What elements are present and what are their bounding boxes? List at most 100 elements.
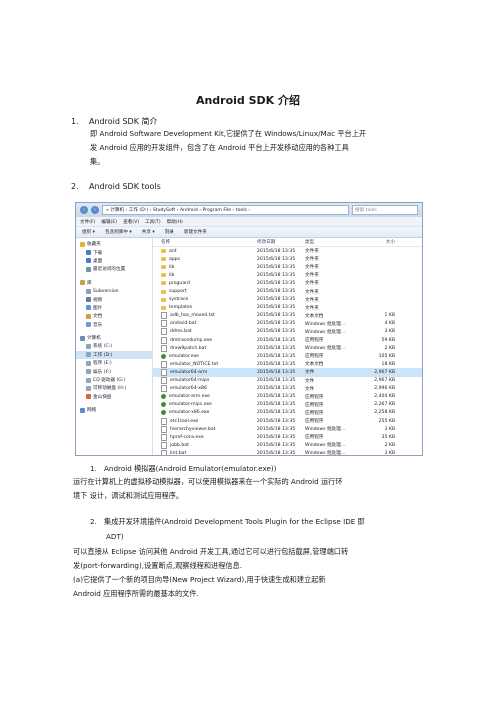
file-row[interactable]: hprof-conv.exe 2015/6/18 13:35 应用程序 35 KB [153,433,422,441]
file-row[interactable]: emulator-mips.exe 2015/6/18 13:35 应用程序 2,26… [153,401,422,409]
toolbar-button[interactable]: 共享 ▾ [142,229,155,235]
file-type: 文件夹 [305,257,319,263]
nav-item[interactable]: 下载 [76,248,152,256]
nav-item[interactable]: 可移动磁盘 (H:) [76,384,152,392]
nav-item[interactable]: 系统 (C:) [76,342,152,350]
nav-item-icon [86,297,91,303]
file-type: Windows 批处理... [305,427,346,433]
file-row[interactable]: dmtracedump.exe 2015/6/18 13:35 应用程序 59 KB [153,336,422,344]
toolbar-button[interactable]: 包含到库中 ▾ [105,229,132,235]
search-input[interactable]: 搜索 tools [352,205,418,215]
nav-item[interactable]: 音乐 [76,321,152,329]
file-icon [161,320,167,328]
file-row[interactable]: support 2015/6/18 13:35 文件夹 [153,287,422,295]
file-size: 2 KB [384,442,395,448]
file-row[interactable]: templates 2015/6/18 13:35 文件夹 [153,304,422,312]
file-date: 2015/6/18 13:35 [257,337,296,343]
menu-item[interactable]: 查看(V) [123,219,139,225]
file-name-cell: emulator-arm.exe [153,394,257,400]
file-row[interactable]: hierarchyviewer.bat 2015/6/18 13:35 Window… [153,425,422,433]
file-row[interactable]: etc1tool.exe 2015/6/18 13:35 应用程序 255 KB [153,417,422,425]
file-name: emulator64-x86 [170,386,207,392]
file-row[interactable]: lib 2015/6/18 13:35 文件夹 [153,263,422,271]
file-row[interactable]: apps 2015/6/18 13:35 文件夹 [153,255,422,263]
file-row[interactable]: emulator_NOTICE.txt 2015/6/18 13:35 文本文档 18… [153,360,422,368]
address-bar: ‹ › « 计算机 › 工作 (D:) › StudySoft › Androi… [76,203,422,217]
header-size[interactable]: 大小 [355,239,395,245]
nav-item-icon [86,352,91,358]
nav-item[interactable]: CD 驱动器 (G:) [76,376,152,384]
file-row[interactable]: emulator64-arm 2015/6/18 13:35 文件 2,967 KB [153,368,422,377]
section-1-line: 发 Android 应用的开发组件，包含了在 Android 平台上开发移动应用… [90,143,349,152]
file-row[interactable]: emulator64-x86 2015/6/18 13:35 文件 2,996 KB [153,385,422,393]
file-date: 2015/6/18 13:35 [257,361,296,367]
file-name: emulator64-mips [170,378,210,384]
file-row[interactable]: lib 2015/6/18 13:35 文件夹 [153,271,422,279]
file-row[interactable]: emulator-arm.exe 2015/6/18 13:35 应用程序 2,404… [153,393,422,401]
file-row[interactable]: emulator64-mips 2015/6/18 13:35 文件 2,967 KB [153,377,422,385]
nav-item-label: 库 [87,280,92,286]
subsection-2-line: 发(port-forwarding),设置断点,观察线程和进程信息. [73,561,243,570]
nav-item[interactable]: 娱乐 (F:) [76,367,152,375]
file-row[interactable]: draw9patch.bat 2015/6/18 13:35 Windows 批处理… [153,344,422,352]
file-row[interactable]: adb_has_moved.txt 2015/6/18 13:35 文本文档 1 KB [153,312,422,320]
nav-item[interactable]: 图片 [76,304,152,312]
subsection-2-body: 可以直接从 Eclipse 访问其他 Android 开发工具,通过它可以进行包… [73,545,443,601]
folder-icon [161,273,166,278]
nav-item[interactable]: 金山快盘 [76,393,152,401]
nav-item[interactable]: 网络 [76,406,152,414]
file-row[interactable]: systrace 2015/6/18 13:35 文件夹 [153,296,422,304]
toolbar-button[interactable]: 组织 ▾ [82,229,95,235]
menu-item[interactable]: 工具(T) [145,219,161,225]
file-row[interactable]: jobb.bat 2015/6/18 13:35 Windows 批处理... 2 K… [153,441,422,449]
file-type: 应用程序 [305,410,324,416]
menu-item[interactable]: 文件(F) [80,219,95,225]
file-name: dmtracedump.exe [170,337,213,343]
file-date: 2015/6/18 13:35 [257,289,296,295]
header-date[interactable]: 修改日期 [257,239,305,245]
file-row[interactable]: emulator-x86.exe 2015/6/18 13:35 应用程序 2,258… [153,409,422,417]
file-row[interactable]: ddms.bat 2015/6/18 13:35 Windows 批处理... 3 K… [153,328,422,336]
nav-item-icon [86,360,91,366]
nav-item-label: 工作 (D:) [93,352,113,358]
nav-item-label: 下载 [93,250,103,256]
nav-item[interactable]: 收藏夹 [76,240,152,248]
file-date: 2015/6/18 13:35 [257,426,296,432]
file-row[interactable]: android.bat 2015/6/18 13:35 Windows 批处理...… [153,320,422,328]
nav-item[interactable]: 计算机 [76,334,152,342]
forward-icon[interactable]: › [91,206,99,214]
folder-icon [161,265,166,270]
nav-item[interactable]: 视频 [76,295,152,303]
file-icon [161,441,167,449]
nav-item[interactable]: 最近访问的位置 [76,265,152,273]
nav-item[interactable]: 工作 (D:) [76,350,152,360]
file-row[interactable]: ant 2015/6/18 13:35 文件夹 [153,247,422,255]
nav-item-label: 可移动磁盘 (H:) [93,386,127,392]
file-size: 59 KB [381,337,395,343]
nav-item[interactable]: 程序 (E:) [76,359,152,367]
header-name[interactable]: 名称 [153,239,257,245]
file-type: 文件 [305,370,315,376]
file-row[interactable]: proguard 2015/6/18 13:35 文件夹 [153,279,422,287]
subsection-1-line: 境下 设计，调试和测试应用程序。 [73,491,184,500]
file-date: 2015/6/18 13:35 [257,345,296,351]
file-row[interactable]: emulator.exe 2015/6/18 13:35 应用程序 105 KB [153,352,422,360]
menu-item[interactable]: 编辑(E) [101,219,117,225]
file-size: 2,267 KB [374,402,395,408]
file-size: 3 KB [384,329,395,335]
nav-item[interactable]: 桌面 [76,257,152,265]
file-name-cell: emulator64-arm [153,368,257,376]
menu-item[interactable]: 帮助(H) [167,219,183,225]
nav-item[interactable]: Subversion [76,287,152,295]
address-path[interactable]: « 计算机 › 工作 (D:) › StudySoft › Android › … [102,205,349,215]
nav-item[interactable]: 库 [76,279,152,287]
back-icon[interactable]: ‹ [80,206,88,214]
nav-item-label: 音乐 [93,322,103,328]
file-row[interactable]: lint.bat 2015/6/18 13:35 Windows 批处理... 3 K… [153,449,422,455]
file-explorer-window: ‹ › « 计算机 › 工作 (D:) › StudySoft › Androi… [75,202,423,456]
header-type[interactable]: 类型 [305,239,355,245]
nav-item[interactable]: 文档 [76,312,152,320]
section-2-title: Android SDK tools [89,182,161,191]
toolbar-button[interactable]: 新建文件夹 [184,229,207,235]
toolbar-button[interactable]: 刻录 [165,229,174,235]
